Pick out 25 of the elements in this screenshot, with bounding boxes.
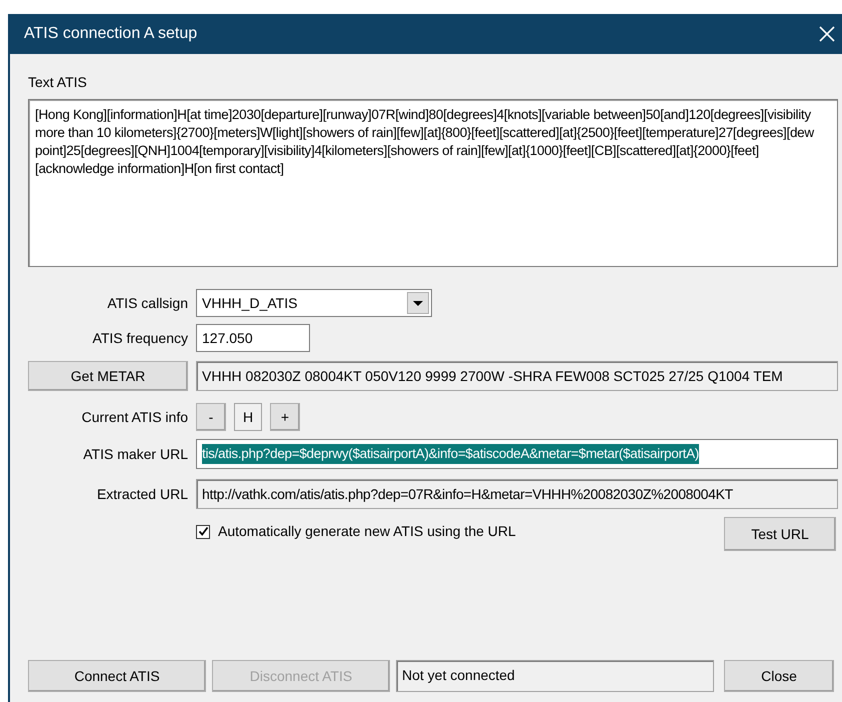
extracted-url-label: Extracted URL — [96, 484, 189, 504]
selected-url-text: tis/atis.php?dep=$deprwy($atisairportA)&info=$atiscodeA&metar=$metar($atisairportA) — [202, 444, 699, 464]
test-url-button[interactable]: Test URL — [724, 517, 836, 551]
frequency-field[interactable]: 127.050 — [196, 324, 310, 352]
close-button[interactable]: Close — [724, 660, 834, 692]
auto-generate-checkbox[interactable] — [196, 524, 210, 538]
callsign-label: ATIS callsign — [106, 294, 189, 313]
callsign-dropdown[interactable]: VHHH_D_ATIS — [196, 289, 432, 317]
info-code-field: H — [234, 403, 262, 431]
maker-url-label: ATIS maker URL — [82, 444, 189, 464]
frequency-label: ATIS frequency — [92, 328, 189, 348]
text-atis-label: Text ATIS — [28, 73, 88, 92]
auto-generate-label: Automatically generate new ATIS using the URL — [218, 522, 516, 541]
metar-field: VHHH 082030Z 08004KT 050V120 9999 2700W -SHRA FEW008 SCT025 27/25 Q1004 TEM — [196, 361, 838, 391]
maker-url-field[interactable]: tis/atis.php?dep=$deprwy($atisairportA)&info=$atiscodeA&metar=$metar($atisairportA) — [196, 439, 838, 469]
connection-button[interactable]: Connect ATIS — [28, 660, 206, 692]
get-metar-button[interactable]: Get METAR — [28, 361, 188, 391]
status-field: Not yet connected — [396, 660, 714, 692]
close-icon[interactable] — [818, 25, 836, 43]
increment-button[interactable]: + — [270, 403, 300, 431]
decrement-button[interactable]: - — [196, 403, 226, 431]
extracted-url-field: http://vathk.com/atis/atis.php?dep=07R&info=H&metar=VHHH%20082030Z%2008004KT — [196, 479, 838, 509]
text-atis-field[interactable]: [Hong Kong][information]H[at time]2030[departure][runway]07R[wind]80[degrees]4[knots][variable between]50[and]120[degrees][visibility more than 10 kilometers]{2700}[meters]W[light][showers of rain][few][at]{800}[feet][scattered][at]{2500}[feet][temperature]27[degrees][dew point]25[degrees][QNH]1004[temporary][visibility]4[kilometers][showers of rain][few][at]{1000}[feet][CB][scattered][at]{2000}[feet][acknowledge information]H[on first contact] — [28, 99, 838, 267]
window-title: ATIS connection A setup — [24, 24, 198, 44]
current-info-label: Current ATIS info — [80, 408, 189, 426]
